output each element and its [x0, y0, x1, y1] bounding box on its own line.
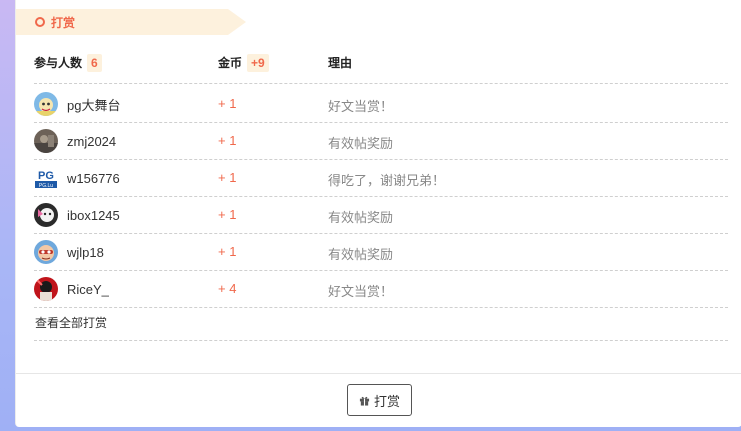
gift-icon — [359, 396, 370, 406]
reward-list: pg大舞台 + 1 好文当赏！ zmj2024 + 1 有效帖奖励 PG PG.… — [34, 86, 728, 308]
participants-header: 参与人数 6 — [34, 54, 102, 72]
table-row: RiceY_ + 4 好文当赏！ — [34, 271, 728, 308]
coins-header: 金币 +9 — [218, 54, 269, 72]
coins-total-badge: +9 — [247, 54, 269, 72]
avatar[interactable] — [34, 92, 58, 116]
coins-value: + 1 — [218, 96, 237, 111]
table-row: ibox1245 + 1 有效帖奖励 — [34, 197, 728, 234]
view-all-rewards-link[interactable]: 查看全部打赏 — [35, 314, 107, 331]
view-all-rewards: 查看全部打赏 — [34, 308, 728, 341]
username[interactable]: zmj2024 — [67, 134, 116, 149]
avatar[interactable] — [34, 277, 58, 301]
reason-header: 理由 — [328, 54, 352, 72]
reward-section-tag: 打赏 — [16, 9, 246, 35]
avatar-ibox-icon — [34, 203, 58, 227]
username[interactable]: wjlp18 — [67, 245, 104, 260]
table-row: zmj2024 + 1 有效帖奖励 — [34, 123, 728, 160]
avatar[interactable] — [34, 240, 58, 264]
reason-text: 有效帖奖励 — [328, 247, 394, 262]
coins-value: + 1 — [218, 244, 237, 259]
participants-label: 参与人数 — [34, 56, 83, 70]
avatar[interactable] — [34, 129, 58, 153]
user-cell[interactable]: RiceY_ — [34, 277, 109, 301]
user-cell[interactable]: pg大舞台 — [34, 92, 120, 116]
reward-panel: 打赏 参与人数 6 金币 +9 理由 pg大舞台 + 1 好文当赏！ zmj20… — [15, 0, 741, 427]
coins-value: + 1 — [218, 170, 237, 185]
coins-value: + 1 — [218, 133, 237, 148]
avatar-logo-subtext: PG.Lu — [39, 183, 53, 189]
reason-text: 好文当赏！ — [328, 99, 394, 114]
avatar-pg-stage-icon — [34, 92, 58, 116]
divider — [16, 373, 741, 374]
avatar-ricey-icon — [34, 277, 58, 301]
reason-text: 好文当赏！ — [328, 284, 394, 299]
avatar-pg-logo-icon: PG PG.Lu — [34, 166, 58, 190]
avatar-logo-text: PG — [38, 170, 54, 182]
avatar[interactable] — [34, 203, 58, 227]
participants-count-badge: 6 — [87, 54, 102, 72]
reward-button-label: 打赏 — [373, 393, 400, 409]
avatar[interactable]: PG PG.Lu — [34, 166, 58, 190]
avatar-zmj-icon — [34, 129, 58, 153]
reason-label: 理由 — [328, 56, 353, 70]
user-cell[interactable]: zmj2024 — [34, 129, 116, 153]
section-title: 打赏 — [51, 15, 76, 30]
coins-value: + 4 — [218, 281, 237, 296]
username[interactable]: pg大舞台 — [67, 95, 120, 114]
user-cell[interactable]: PG PG.Lu w156776 — [34, 166, 120, 190]
username[interactable]: RiceY_ — [67, 282, 109, 297]
reason-text: 有效帖奖励 — [328, 136, 394, 151]
reward-button[interactable]: 打赏 — [347, 384, 412, 416]
circle-icon — [35, 17, 45, 27]
table-row: pg大舞台 + 1 好文当赏！ — [34, 86, 728, 123]
avatar-wjlp-icon — [34, 240, 58, 264]
user-cell[interactable]: ibox1245 — [34, 203, 120, 227]
reason-text: 有效帖奖励 — [328, 210, 394, 225]
username[interactable]: ibox1245 — [67, 208, 120, 223]
user-cell[interactable]: wjlp18 — [34, 240, 104, 264]
table-row: wjlp18 + 1 有效帖奖励 — [34, 234, 728, 271]
reason-text: 得吃了，谢谢兄弟！ — [328, 173, 446, 188]
username[interactable]: w156776 — [67, 171, 120, 186]
reward-table-header: 参与人数 6 金币 +9 理由 — [34, 45, 728, 84]
table-row: PG PG.Lu w156776 + 1 得吃了，谢谢兄弟！ — [34, 160, 728, 197]
coins-value: + 1 — [218, 207, 237, 222]
coins-label: 金币 — [218, 56, 243, 70]
